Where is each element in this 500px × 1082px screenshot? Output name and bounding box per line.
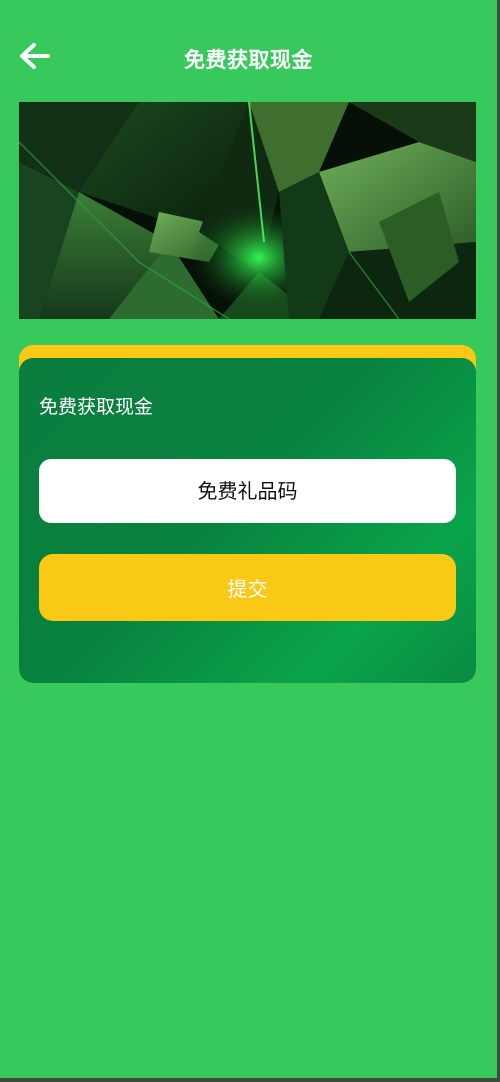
app-header: 免费获取现金 xyxy=(0,30,497,86)
card-title: 免费获取现金 xyxy=(39,396,154,418)
app-page: 免费获取现金 免费获取现金 免费礼品码 提交 xyxy=(0,0,497,1078)
redeem-card: 免费获取现金 提交 xyxy=(19,345,476,683)
gift-code-input[interactable] xyxy=(39,459,456,523)
page-title: 免费获取现金 xyxy=(184,48,313,72)
banner-image xyxy=(19,102,476,319)
redeem-card-body: 免费获取现金 提交 xyxy=(19,358,476,683)
submit-button[interactable]: 提交 xyxy=(39,554,456,621)
